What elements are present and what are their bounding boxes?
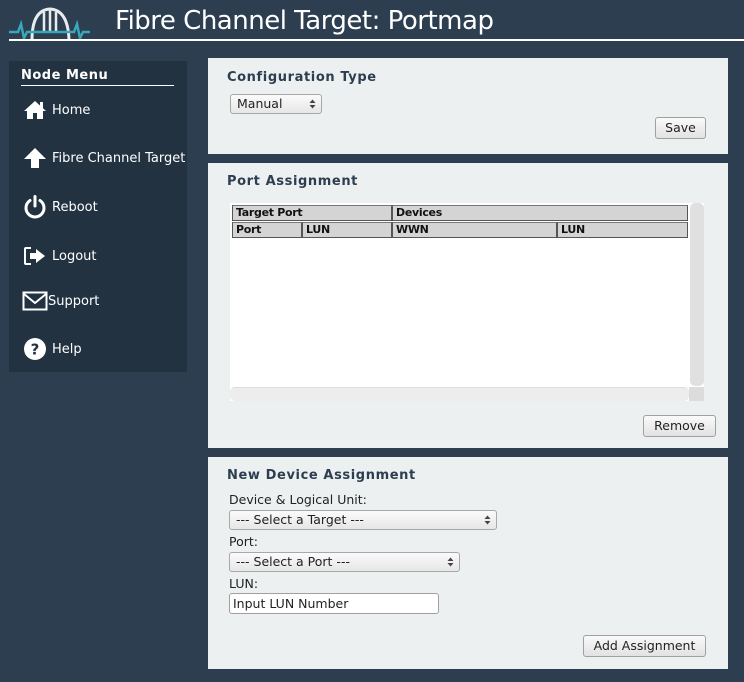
column-header-port[interactable]: Port (232, 222, 302, 238)
lun-input[interactable]: Input LUN Number (229, 593, 439, 614)
device-logical-unit-label: Device & Logical Unit: (229, 492, 367, 507)
sidebar-item-reboot[interactable]: Reboot (22, 195, 98, 219)
panel-title: Port Assignment (227, 174, 358, 189)
sidebar-item-label: Reboot (52, 199, 98, 215)
sidebar-item-logout[interactable]: Logout (22, 244, 97, 268)
header: Fibre Channel Target: Portmap (0, 0, 744, 42)
bridge-logo-icon (9, 7, 90, 40)
sidebar-item-label: Logout (52, 248, 97, 264)
question-circle-icon: ? (22, 337, 48, 361)
sidebar: Node Menu Home Fibre Channel Target Rebo… (9, 61, 187, 372)
home-icon (22, 98, 48, 122)
sidebar-item-label: Support (48, 293, 100, 309)
port-assignment-panel: Port Assignment Target Port Devices Port… (208, 163, 728, 448)
header-divider (9, 39, 744, 41)
panel-title: Configuration Type (227, 70, 377, 85)
vertical-scrollbar[interactable] (690, 203, 704, 386)
envelope-icon (22, 289, 48, 313)
column-group-devices: Devices (392, 205, 688, 221)
power-icon (22, 195, 48, 219)
svg-text:?: ? (31, 341, 40, 359)
sidebar-item-fibre-channel-target[interactable]: Fibre Channel Target (22, 146, 185, 170)
remove-button[interactable]: Remove (643, 415, 716, 437)
port-select[interactable]: --- Select a Port --- (229, 552, 460, 572)
logout-icon (22, 244, 48, 268)
save-button[interactable]: Save (655, 117, 706, 139)
page-title: Fibre Channel Target: Portmap (115, 6, 494, 36)
new-device-assignment-panel: New Device Assignment Device & Logical U… (208, 457, 728, 669)
configuration-type-select[interactable]: Manual (230, 94, 322, 114)
column-header-target-lun[interactable]: LUN (302, 222, 392, 238)
sidebar-item-label: Help (52, 341, 82, 357)
sidebar-item-help[interactable]: ? Help (22, 337, 82, 361)
select-arrows-icon (484, 515, 491, 525)
sidebar-divider (21, 85, 174, 86)
sidebar-item-home[interactable]: Home (22, 98, 90, 122)
arrow-up-icon (22, 146, 48, 170)
port-assignment-table: Target Port Devices Port LUN WWN LUN (230, 203, 704, 401)
add-assignment-button[interactable]: Add Assignment (583, 635, 706, 657)
sidebar-item-support[interactable]: Support (22, 289, 99, 313)
sidebar-item-label: Home (52, 102, 91, 118)
select-arrows-icon (309, 99, 316, 109)
device-target-select[interactable]: --- Select a Target --- (229, 510, 497, 530)
column-group-target-port: Target Port (232, 205, 392, 221)
scrollbar-corner (689, 387, 704, 401)
configuration-type-panel: Configuration Type Manual Save (208, 58, 728, 154)
port-label: Port: (229, 534, 258, 549)
sidebar-item-label: Fibre Channel Target (52, 150, 186, 166)
select-value: --- Select a Target --- (236, 512, 364, 527)
horizontal-scrollbar[interactable] (230, 387, 689, 401)
column-header-device-lun[interactable]: LUN (557, 222, 688, 238)
column-header-wwn[interactable]: WWN (392, 222, 557, 238)
select-arrows-icon (447, 557, 454, 567)
sidebar-title: Node Menu (21, 68, 109, 83)
lun-label: LUN: (229, 576, 259, 591)
select-value: Manual (237, 96, 283, 111)
panel-title: New Device Assignment (227, 468, 416, 483)
select-value: --- Select a Port --- (236, 554, 350, 569)
